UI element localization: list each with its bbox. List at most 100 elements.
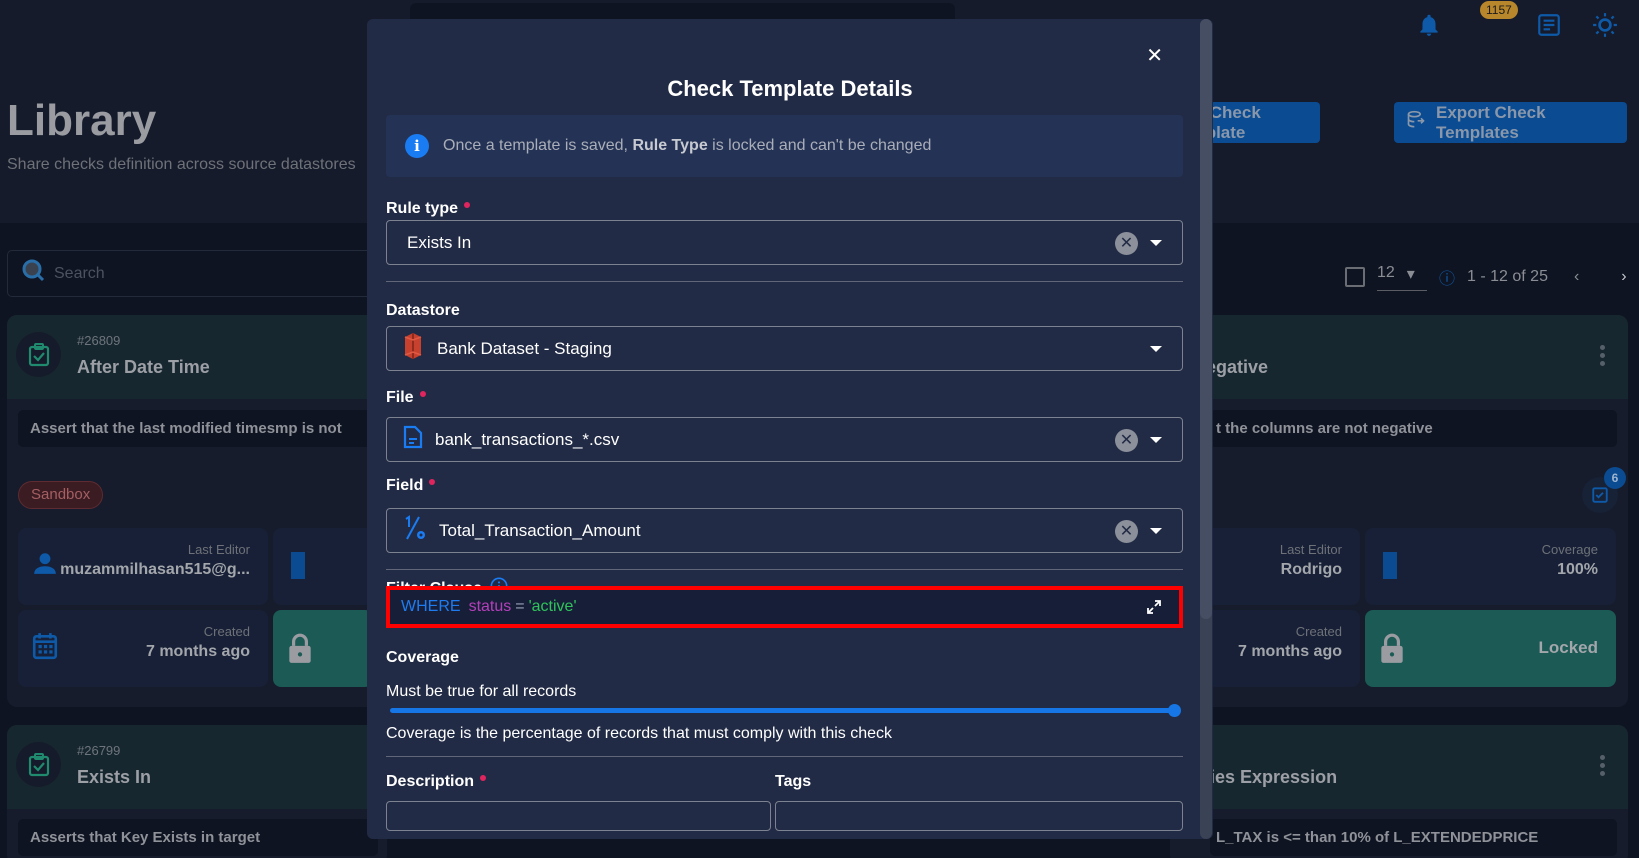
sql-keyword: WHERE [401,598,461,615]
last-editor-tile: Last Editor muzammilhasan515@g... [18,528,268,605]
clipboard-check-icon [1591,486,1609,509]
rule-type-label: Rule type [386,200,471,218]
description-input[interactable] [386,801,771,831]
clear-icon[interactable]: ✕ [1115,520,1138,543]
coverage-slider-handle[interactable] [1168,704,1181,717]
scrollbar-thumb[interactable] [1200,19,1212,619]
per-page-select[interactable]: 12 ▾ [1377,264,1427,291]
tag-badge[interactable]: Sandbox [18,481,104,509]
description-label: Description [386,773,487,791]
help-circle-icon[interactable]: ⓘ [1439,265,1455,289]
created-label: Created [203,624,250,639]
notes-icon[interactable] [1536,12,1562,38]
locked-tile: Locked [1365,610,1616,687]
more-options-icon[interactable] [1600,345,1605,369]
card-name: ies Expression [1210,767,1338,787]
file-label-text: File [386,389,414,406]
card-header: #26799 Exists In [7,725,387,809]
required-dot [429,479,436,485]
last-editor-label: Last Editor [1279,542,1342,557]
coverage-slider[interactable] [390,704,1181,717]
export-check-templates-button[interactable]: Export Check Templates [1394,102,1627,143]
card-header: 5 ies Expression [1170,725,1628,809]
card-description: t the columns are not negative [1210,410,1617,447]
export-check-templates-label: Export Check Templates [1436,102,1546,142]
created-value: 7 months ago [145,643,250,660]
page-title: Library [7,96,157,145]
chevron-down-icon[interactable] [1150,240,1162,246]
coverage-label: Coverage [1541,542,1598,557]
coverage-bar [1383,552,1397,579]
pagination-bar: 12 ▾ ⓘ 1 - 12 of 25 ‹ › [1345,262,1627,292]
required-dot [419,391,426,397]
chevron-down-icon[interactable] [1150,528,1162,534]
info-banner-text: Once a template is saved, Rule Type is l… [443,137,931,155]
modal-scrollbar[interactable] [1200,19,1212,839]
bell-icon[interactable] [1416,12,1442,38]
clear-icon[interactable]: ✕ [1115,429,1138,452]
theme-sun-icon[interactable] [1592,12,1618,38]
modal-title: Check Template Details [667,76,913,101]
lock-icon [287,632,313,669]
rule-type-label-text: Rule type [386,200,459,217]
select-all-checkbox[interactable] [1345,267,1365,287]
chevron-down-icon: ▾ [1406,265,1415,283]
last-editor-value: muzammilhasan515@g... [60,561,250,578]
required-dot [480,775,487,781]
info-text-bold: Rule Type [632,137,708,154]
field-select[interactable]: Total_Transaction_Amount ✕ [386,508,1183,553]
tags-label: Tags [775,773,812,790]
field-value: Total_Transaction_Amount [439,520,641,540]
close-icon[interactable]: ✕ [1146,43,1163,68]
card-id: #26809 [77,333,121,348]
search-placeholder: Search [54,264,105,282]
user-icon [32,550,58,581]
tags-input[interactable] [775,801,1183,831]
card-header: #26809 After Date Time [7,315,387,399]
datastore-select[interactable]: Bank Dataset - Staging [386,326,1183,371]
last-editor-value: Rodrigo [1280,561,1342,578]
chevron-down-icon[interactable] [1150,437,1162,443]
locked-tile [273,610,373,687]
coverage-tile [273,528,373,605]
prev-page-button[interactable]: ‹ [1574,268,1579,286]
info-icon: i [405,134,429,158]
card-description: Asserts that Key Exists in target [18,819,378,856]
file-select[interactable]: bank_transactions_*.csv ✕ [386,417,1183,462]
datastore-value: Bank Dataset - Staging [437,338,612,358]
description-label-text: Description [386,773,475,790]
sql-identifier: status [468,598,512,615]
required-dot [464,202,471,208]
divider [386,756,1183,757]
expand-icon[interactable] [1147,600,1161,614]
datastore-label: Datastore [386,302,460,319]
card-name: Exists In [77,767,152,787]
clipboard-check-icon [16,332,61,377]
clear-icon[interactable]: ✕ [1115,232,1138,255]
filter-clause-editor[interactable]: WHERE status = 'active' [386,586,1183,628]
checks-count-badge[interactable]: 6 [1582,467,1626,513]
card-id: #26799 [77,743,121,758]
card-header: 2 egative [1170,315,1628,399]
field-label-text: Field [386,477,424,494]
last-editor-label: Last Editor [187,542,250,557]
next-page-button[interactable]: › [1621,268,1626,286]
notification-count-badge: 1157 [1480,1,1518,19]
rule-type-select[interactable]: Exists In ✕ [386,220,1183,265]
library-search-input[interactable]: Search [7,250,407,297]
coverage-label: Coverage [386,649,459,666]
field-label: Field [386,477,436,495]
search-icon [22,259,46,288]
more-options-icon[interactable] [1600,755,1605,779]
info-text-suffix: is locked and can't be changed [707,137,932,154]
chevron-down-icon[interactable] [1150,346,1162,352]
file-value: bank_transactions_*.csv [435,429,620,449]
page-subtitle: Share checks definition across source da… [7,156,356,173]
card-name: After Date Time [77,357,210,377]
coverage-help-text: Coverage is the percentage of records th… [386,725,893,742]
card-description: L_TAX is <= than 10% of L_EXTENDEDPRICE [1210,819,1617,856]
card-description: Assert that the last modified timesmp is… [18,410,378,447]
info-banner: i Once a template is saved, Rule Type is… [386,115,1183,177]
created-tile: Created 7 months ago [18,610,268,687]
fractional-field-icon [403,515,427,546]
